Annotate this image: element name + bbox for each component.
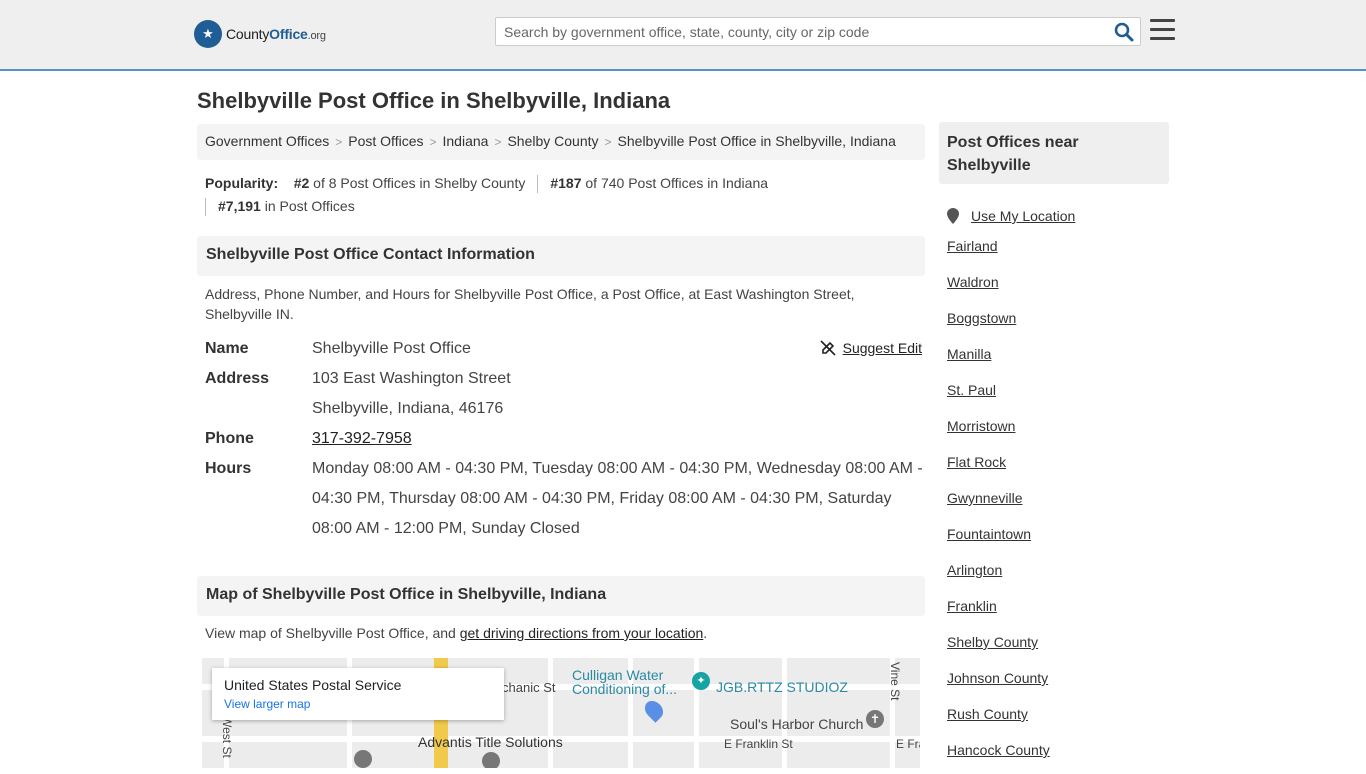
sidebar-link-rush-county[interactable]: Rush County [947,706,1028,722]
sidebar-link-gwynneville[interactable]: Gwynneville [947,490,1022,506]
hours-label: Hours [205,460,252,477]
popularity: Popularity: #2 of 8 Post Offices in Shel… [205,172,905,218]
sidebar-link-johnson-county[interactable]: Johnson County [947,670,1048,686]
popularity-rank-national: #7,191 [218,198,261,214]
search-icon[interactable] [1114,22,1134,42]
sidebar-link-waldron[interactable]: Waldron [947,274,999,290]
phone-label: Phone [205,430,254,447]
popularity-rank-county: #2 [293,175,310,191]
map-label-efranklin: E Franklin St [724,737,793,751]
divider [205,198,206,217]
map-info-card: United States Postal Service View larger… [212,668,504,720]
map-pin-icon [641,697,667,723]
sidebar-heading: Post Offices near Shelbyville [939,122,1169,184]
breadcrumb-separator-icon: > [604,135,612,149]
map-description: View map of Shelbyville Post Office, and… [205,625,708,641]
address-line2: Shelbyville, Indiana, 46176 [312,400,504,417]
sidebar-link-flat-rock[interactable]: Flat Rock [947,454,1006,470]
map-label-efra: E Fra [896,737,920,751]
breadcrumb-shelby-county[interactable]: Shelby County [507,133,598,149]
sidebar-link-fairland[interactable]: Fairland [947,238,998,254]
map-label-west: West St [220,716,234,758]
view-larger-map-link[interactable]: View larger map [224,697,492,711]
sidebar-link-st-paul[interactable]: St. Paul [947,382,996,398]
phone-link[interactable]: 317-392-7958 [312,430,412,447]
search-box [495,17,1141,46]
name-label: Name [205,340,249,357]
top-bar: ★ CountyOffice.org [0,0,1366,71]
map-poi-culligan: Culligan Water [572,667,664,683]
logo-seal-icon: ★ [194,20,222,48]
breadcrumb-current[interactable]: Shelbyville Post Office in Shelbyville, … [618,133,896,149]
map-marker-icon [482,752,500,768]
office-name: Shelbyville Post Office [312,340,471,357]
address-line1: 103 East Washington Street [312,370,511,387]
sidebar-link-fountaintown[interactable]: Fountaintown [947,526,1031,542]
map[interactable]: chanic St Culligan Water Conditioning of… [202,658,920,768]
map-label-advantis: Advantis Title Solutions [418,734,563,750]
popularity-national-text: in Post Offices [260,198,355,214]
sidebar-list: Use My Location Fairland Waldron Boggsto… [947,198,1075,774]
suggest-edit[interactable]: Suggest Edit [820,340,922,356]
map-card-title: United States Postal Service [224,677,402,693]
use-my-location[interactable]: Use My Location [947,198,1075,234]
hours-text: Monday 08:00 AM - 04:30 PM, Tuesday 08:0… [312,460,923,537]
contact-heading: Shelbyville Post Office Contact Informat… [197,236,925,276]
map-heading: Map of Shelbyville Post Office in Shelby… [197,576,925,616]
breadcrumb-indiana[interactable]: Indiana [443,133,489,149]
site-logo[interactable]: ★ CountyOffice.org [194,20,326,48]
page-title: Shelbyville Post Office in Shelbyville, … [197,88,671,113]
sidebar-link-manilla[interactable]: Manilla [947,346,991,362]
address-label: Address [205,370,270,387]
map-pin-icon: ✦ [692,672,710,690]
map-poi-culligan-2: Conditioning of... [572,681,678,697]
use-my-location-link[interactable]: Use My Location [971,204,1075,228]
map-label-souls-harbor: Soul's Harbor Church [730,716,864,732]
breadcrumb-separator-icon: > [429,135,437,149]
popularity-label: Popularity: [205,175,279,191]
sidebar-link-boggstown[interactable]: Boggstown [947,310,1016,326]
sidebar-link-morristown[interactable]: Morristown [947,418,1015,434]
search-input[interactable] [496,18,1106,45]
divider [537,175,539,194]
hamburger-menu-icon[interactable] [1150,19,1175,41]
driving-directions-link[interactable]: get driving directions from your locatio… [460,625,704,641]
location-pin-icon [947,208,959,224]
breadcrumb-separator-icon: > [335,135,343,149]
breadcrumb-separator-icon: > [494,135,502,149]
popularity-county-text: of 8 Post Offices in Shelby County [309,175,526,191]
contact-description: Address, Phone Number, and Hours for She… [205,286,855,322]
sidebar-link-hancock-county[interactable]: Hancock County [947,742,1050,758]
popularity-rank-state: #187 [550,175,582,191]
popularity-state-text: of 740 Post Offices in Indiana [581,175,769,191]
contact-info: Suggest Edit Name Shelbyville Post Office… [205,334,925,544]
breadcrumb-post-offices[interactable]: Post Offices [348,133,423,149]
edit-off-icon [820,340,836,356]
suggest-edit-link[interactable]: Suggest Edit [843,340,922,356]
breadcrumb: Government Offices > Post Offices > Indiana >… [197,124,925,160]
church-icon: ✝ [866,710,884,728]
sidebar-link-franklin[interactable]: Franklin [947,598,997,614]
map-marker-icon [354,750,372,768]
sidebar-link-shelby-county[interactable]: Shelby County [947,634,1038,650]
map-poi-jgb: JGB.RTTZ STUDIOZ [716,679,848,695]
map-label-vine: Vine St [888,662,902,701]
logo-text: CountyOffice.org [226,26,326,42]
map-label-mechanic: chanic St [502,680,556,695]
breadcrumb-government-offices[interactable]: Government Offices [205,133,329,149]
sidebar-link-arlington[interactable]: Arlington [947,562,1002,578]
